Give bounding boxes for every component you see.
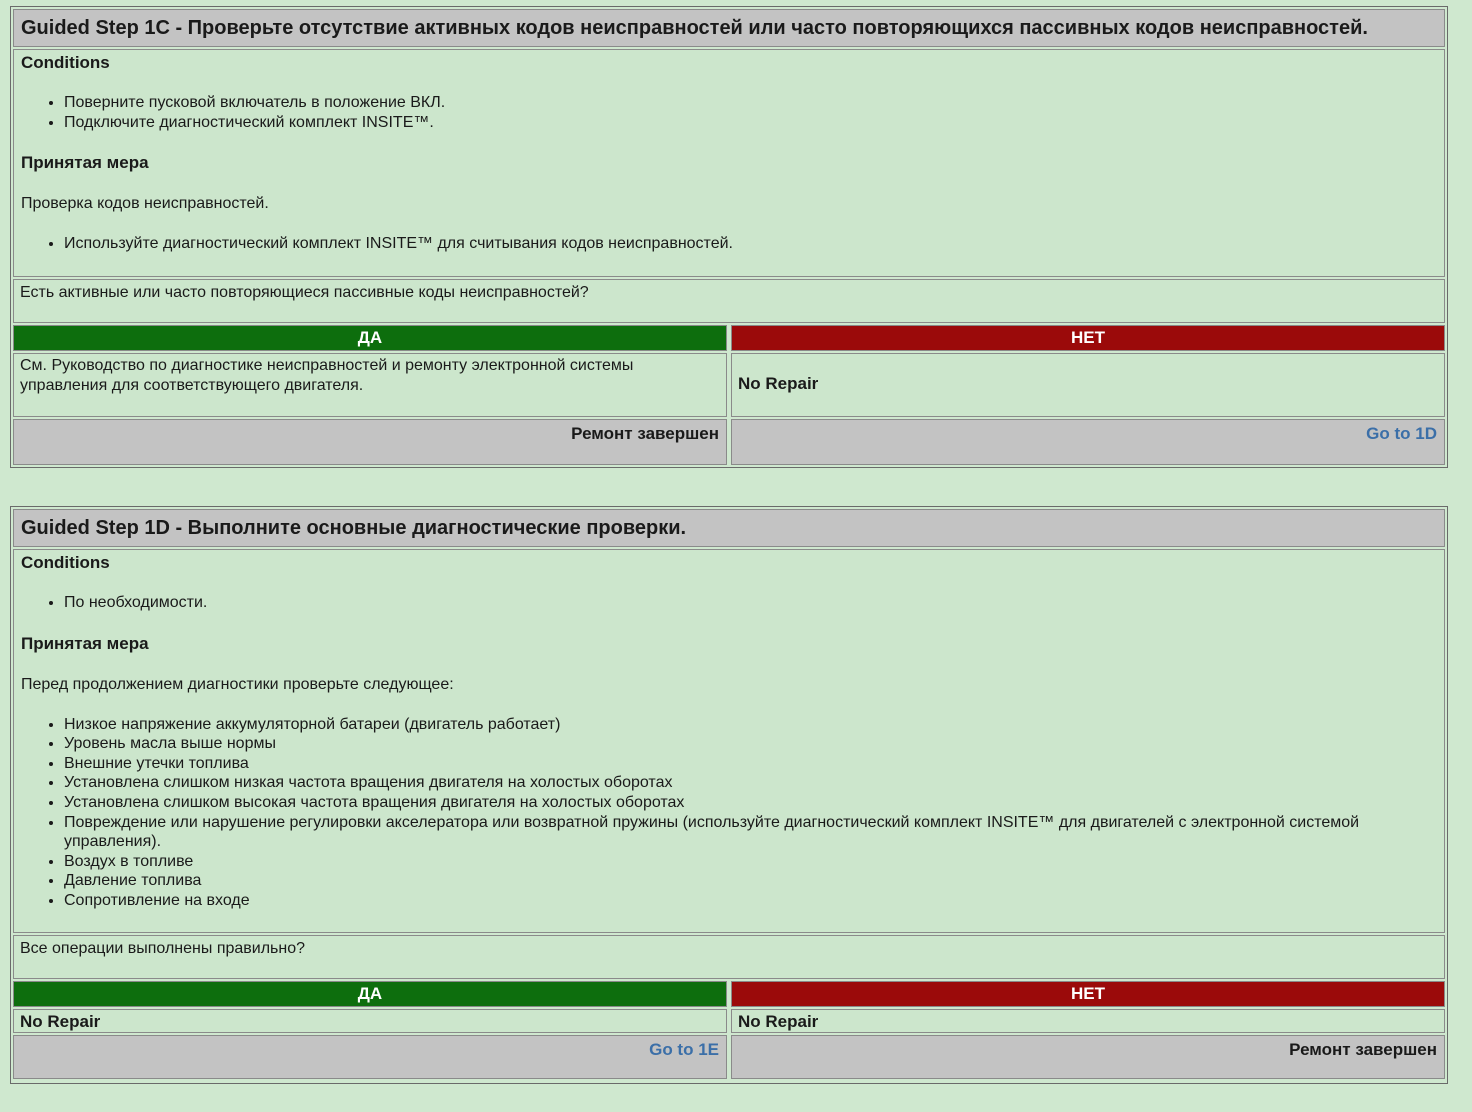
action-item: Сопротивление на входе — [64, 891, 1436, 911]
no-result: No Repair — [731, 353, 1445, 417]
condition-item: Поверните пусковой включатель в положени… — [64, 93, 1436, 113]
no-result: No Repair — [731, 1009, 1445, 1033]
repair-complete-button[interactable]: Ремонт завершен — [13, 419, 727, 465]
action-item: Воздух в топливе — [64, 852, 1436, 872]
action-list: Используйте диагностический комплект INS… — [21, 234, 1436, 254]
conditions-label: Conditions — [21, 553, 110, 572]
no-header: НЕТ — [731, 325, 1445, 351]
action-item: Используйте диагностический комплект INS… — [64, 234, 1436, 254]
conditions-label: Conditions — [21, 53, 110, 72]
yes-result: См. Руководство по диагностике неисправн… — [13, 353, 727, 417]
action-label: Принятая мера — [21, 153, 149, 173]
action-item: Давление топлива — [64, 871, 1436, 891]
yes-header: ДА — [13, 981, 727, 1007]
action-item: Внешние утечки топлива — [64, 754, 1436, 774]
question: Все операции выполнены правильно? — [13, 935, 1445, 979]
conditions-panel: Conditions По необходимости. Принятая ме… — [13, 549, 1445, 933]
condition-item: Подключите диагностический комплект INSI… — [64, 113, 1436, 133]
action-text: Перед продолжением диагностики проверьте… — [21, 675, 454, 693]
yes-header: ДА — [13, 325, 727, 351]
conditions-list: По необходимости. — [21, 593, 1436, 613]
action-item: Низкое напряжение аккумуляторной батареи… — [64, 715, 1436, 735]
action-item: Установлена слишком низкая частота враще… — [64, 773, 1436, 793]
action-text: Проверка кодов неисправностей. — [21, 195, 269, 213]
yes-result: No Repair — [13, 1009, 727, 1033]
go-to-1d-link[interactable]: Go to 1D — [731, 419, 1445, 465]
condition-item: По необходимости. — [64, 593, 1436, 613]
step-title: Guided Step 1D - Выполните основные диаг… — [13, 509, 1445, 547]
conditions-panel: Conditions Поверните пусковой включатель… — [13, 49, 1445, 277]
go-to-1e-link[interactable]: Go to 1E — [13, 1035, 727, 1079]
guided-step-1d: Guided Step 1D - Выполните основные диаг… — [10, 506, 1448, 1084]
action-item: Установлена слишком высокая частота вращ… — [64, 793, 1436, 813]
action-item: Повреждение или нарушение регулировки ак… — [64, 813, 1436, 852]
step-title: Guided Step 1C - Проверьте отсутствие ак… — [13, 9, 1445, 47]
guided-step-1c: Guided Step 1C - Проверьте отсутствие ак… — [10, 6, 1448, 468]
action-label: Принятая мера — [21, 633, 149, 653]
question: Есть активные или часто повторяющиеся па… — [13, 279, 1445, 323]
action-list: Низкое напряжение аккумуляторной батареи… — [21, 715, 1436, 911]
repair-complete-button[interactable]: Ремонт завершен — [731, 1035, 1445, 1079]
action-item: Уровень масла выше нормы — [64, 734, 1436, 754]
conditions-list: Поверните пусковой включатель в положени… — [21, 93, 1436, 132]
no-header: НЕТ — [731, 981, 1445, 1007]
